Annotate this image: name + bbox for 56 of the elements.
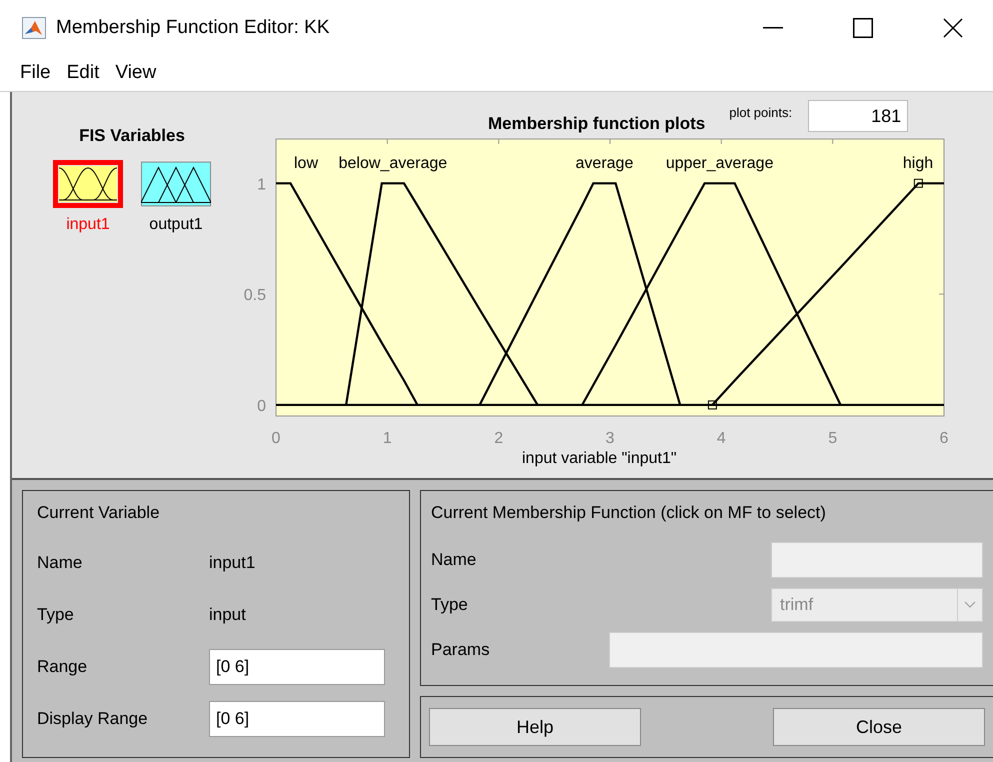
panel-title: Current Membership Function (click on MF to select) [431, 503, 827, 523]
curve-label: high [902, 155, 934, 172]
x-tick-label: 6 [940, 430, 948, 447]
variable-tile[interactable] [53, 160, 123, 208]
triangles-icon [141, 161, 211, 207]
axis-title: input variable "input1" [522, 450, 678, 468]
field-label: Range [37, 657, 88, 677]
handle-icon[interactable] [914, 178, 923, 188]
curve-label: low [294, 155, 318, 172]
membership-curve[interactable] [276, 182, 418, 406]
minimize-icon [763, 26, 783, 28]
membership-curve[interactable] [581, 182, 842, 406]
y-tick-label: 0 [257, 398, 266, 415]
curve-label: average [576, 155, 634, 172]
x-tick-label: 3 [606, 430, 614, 447]
field-value: input [209, 605, 247, 625]
membership-curve[interactable] [345, 182, 539, 406]
input-field[interactable]: [0 6] [209, 701, 385, 737]
field-label: Name [431, 550, 476, 570]
plot-points-field[interactable]: 181 [808, 100, 908, 132]
close-icon [943, 18, 963, 38]
field-label: Type [37, 605, 75, 625]
variable-tile[interactable] [141, 160, 211, 208]
x-tick-label: 1 [382, 430, 392, 447]
dialog-button[interactable]: Help [429, 708, 641, 746]
field-label: Display Range [37, 709, 149, 729]
menu-item[interactable]: File [12, 62, 59, 84]
x-tick-label: 0 [272, 430, 280, 447]
maximize-icon [853, 18, 873, 38]
variable-label: output1 [149, 216, 203, 234]
curve-label: upper_average [666, 155, 774, 172]
gaussian-curves-icon [59, 166, 117, 202]
field-label: Params [431, 640, 490, 660]
window-title: Membership Function Editor: KK [56, 16, 331, 38]
chart-title: Membership function plots [488, 114, 706, 134]
y-tick-label: 1 [257, 176, 266, 194]
x-tick-label: 2 [494, 430, 504, 447]
section-title: FIS Variables [79, 126, 185, 146]
dialog-button[interactable]: Close [773, 708, 985, 746]
field-label: Name [37, 553, 84, 573]
app-logo-icon [22, 16, 46, 38]
membership-curve[interactable] [478, 182, 682, 406]
x-tick-label: 4 [716, 430, 726, 447]
field-label: Type [431, 594, 468, 614]
y-tick-label: 0.5 [244, 287, 266, 304]
menu-item[interactable]: View [107, 62, 164, 84]
handle-icon[interactable] [708, 400, 717, 410]
field-label: plot points: [729, 105, 792, 120]
membership-curve[interactable] [712, 182, 944, 406]
panel-title: Current Variable [37, 503, 161, 523]
menu-item[interactable]: Edit [58, 62, 108, 84]
curve-label: below_average [338, 155, 448, 172]
variable-label: input1 [66, 216, 110, 234]
x-tick-label: 5 [828, 430, 838, 447]
field-value: input1 [209, 553, 256, 573]
input-field[interactable]: [0 6] [209, 649, 385, 685]
